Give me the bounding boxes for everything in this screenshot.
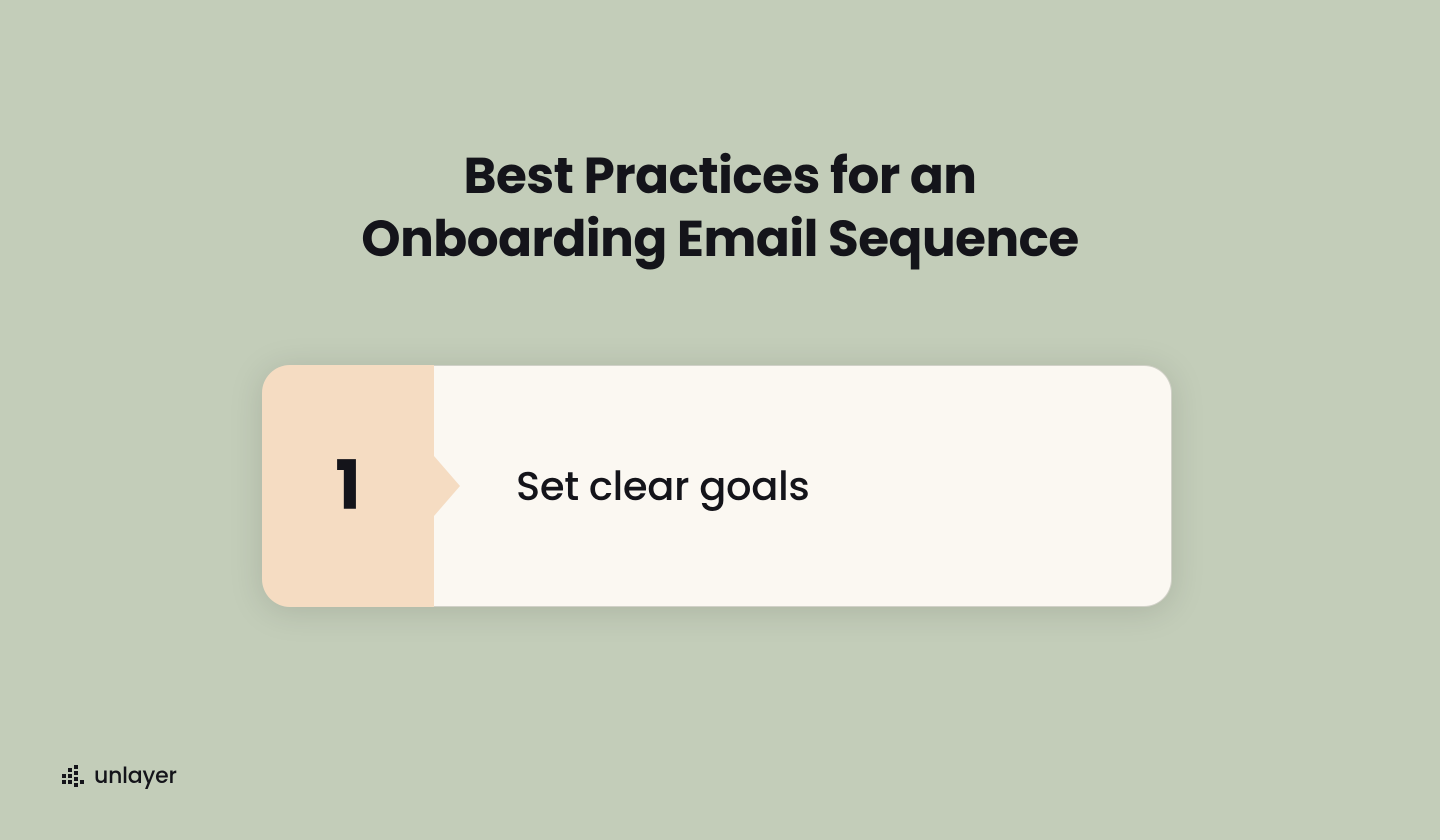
heading-line-2: Onboarding Email Sequence <box>361 203 1078 274</box>
practice-body: Set clear goals <box>434 365 1172 607</box>
practice-number: 1 <box>335 435 361 537</box>
brand-logo: unlayer <box>62 759 177 792</box>
brand-mark-icon <box>62 765 84 787</box>
heading-line-1: Best Practices for an <box>464 140 977 211</box>
brand-name: unlayer <box>94 759 177 792</box>
practice-number-badge: 1 <box>262 365 434 607</box>
page-heading: Best Practices for an Onboarding Email S… <box>0 145 1440 270</box>
practice-text: Set clear goals <box>516 456 809 516</box>
practice-card: 1 Set clear goals <box>262 365 1172 607</box>
